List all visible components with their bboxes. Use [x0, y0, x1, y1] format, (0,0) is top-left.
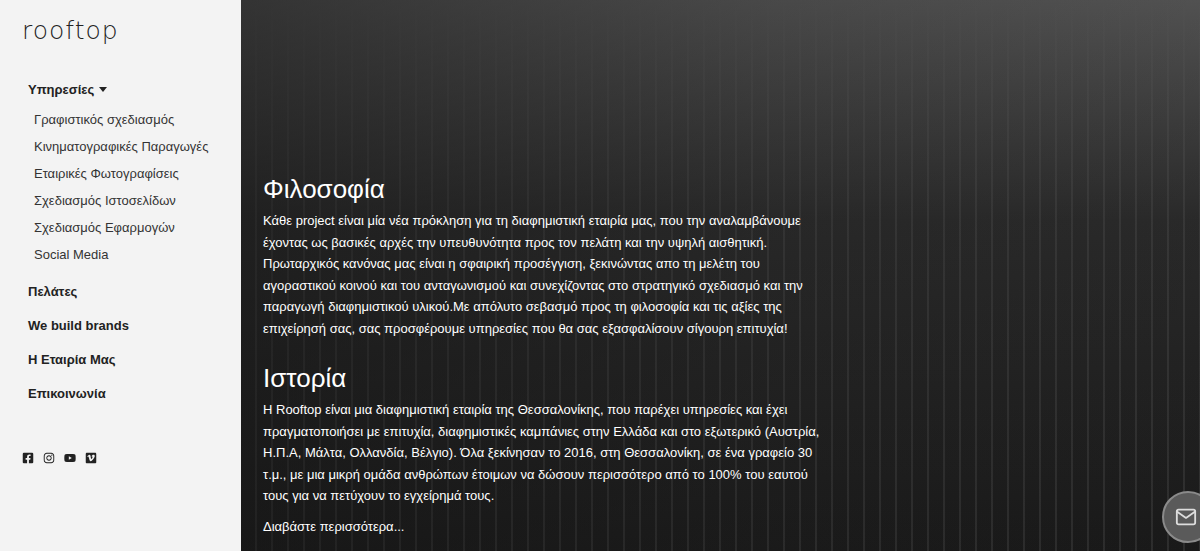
sidebar-menu: ΥπηρεσίεςΓραφιστικός σχεδιασμόςΚινηματογ… — [22, 72, 241, 410]
section-text: Κάθε project είναι μία νέα πρόκληση για … — [263, 210, 828, 339]
sidebar-item: Επικοινωνία — [28, 376, 241, 410]
section-title: Φιλοσοφία — [263, 172, 828, 206]
sidebar-link[interactable]: Επικοινωνία — [28, 376, 241, 410]
vimeo-icon[interactable] — [85, 452, 97, 464]
sidebar-item: Πελάτες — [28, 274, 241, 308]
sidebar-item: We build brands — [28, 308, 241, 342]
mail-icon — [1175, 506, 1197, 528]
submenu-item[interactable]: Εταιρικές Φωτογραφίσεις — [34, 160, 241, 187]
page: rooftop ΥπηρεσίεςΓραφιστικός σχεδιασμόςΚι… — [0, 0, 1200, 551]
sidebar-link[interactable]: Υπηρεσίες — [28, 72, 241, 106]
youtube-icon[interactable] — [64, 452, 76, 464]
facebook-icon[interactable] — [22, 452, 34, 464]
section-text: Η Rooftop είναι μια διαφημιστική εταιρία… — [263, 399, 828, 507]
instagram-icon[interactable] — [43, 452, 55, 464]
social-links — [22, 452, 241, 464]
sidebar: rooftop ΥπηρεσίεςΓραφιστικός σχεδιασμόςΚι… — [0, 0, 241, 551]
logo[interactable]: rooftop — [22, 14, 241, 48]
submenu-item[interactable]: Σχεδιασμός Ιστοσελίδων — [34, 187, 241, 214]
submenu-item[interactable]: Social Media — [34, 241, 241, 268]
sidebar-link[interactable]: Πελάτες — [28, 274, 241, 308]
content-section: Ιστορία Η Rooftop είναι μια διαφημιστική … — [263, 361, 828, 507]
content-section: Φιλοσοφία Κάθε project είναι μία νέα πρόκ… — [263, 172, 828, 339]
read-more-link[interactable]: Διαβάστε περισσότερα... — [263, 519, 404, 534]
section-title: Ιστορία — [263, 361, 828, 395]
hero: Φιλοσοφία Κάθε project είναι μία νέα πρόκ… — [241, 0, 1200, 551]
sidebar-link[interactable]: We build brands — [28, 308, 241, 342]
submenu-item[interactable]: Σχεδιασμός Εφαρμογών — [34, 214, 241, 241]
sidebar-link[interactable]: Η Εταιρία Μας — [28, 342, 241, 376]
submenu: Γραφιστικός σχεδιασμόςΚινηματογραφικές Π… — [28, 106, 241, 268]
sidebar-item: Η Εταιρία Μας — [28, 342, 241, 376]
submenu-item[interactable]: Κινηματογραφικές Παραγωγές — [34, 133, 241, 160]
caret-down-icon — [99, 87, 107, 92]
sidebar-item: ΥπηρεσίεςΓραφιστικός σχεδιασμόςΚινηματογ… — [28, 72, 241, 274]
submenu-item[interactable]: Γραφιστικός σχεδιασμός — [34, 106, 241, 133]
